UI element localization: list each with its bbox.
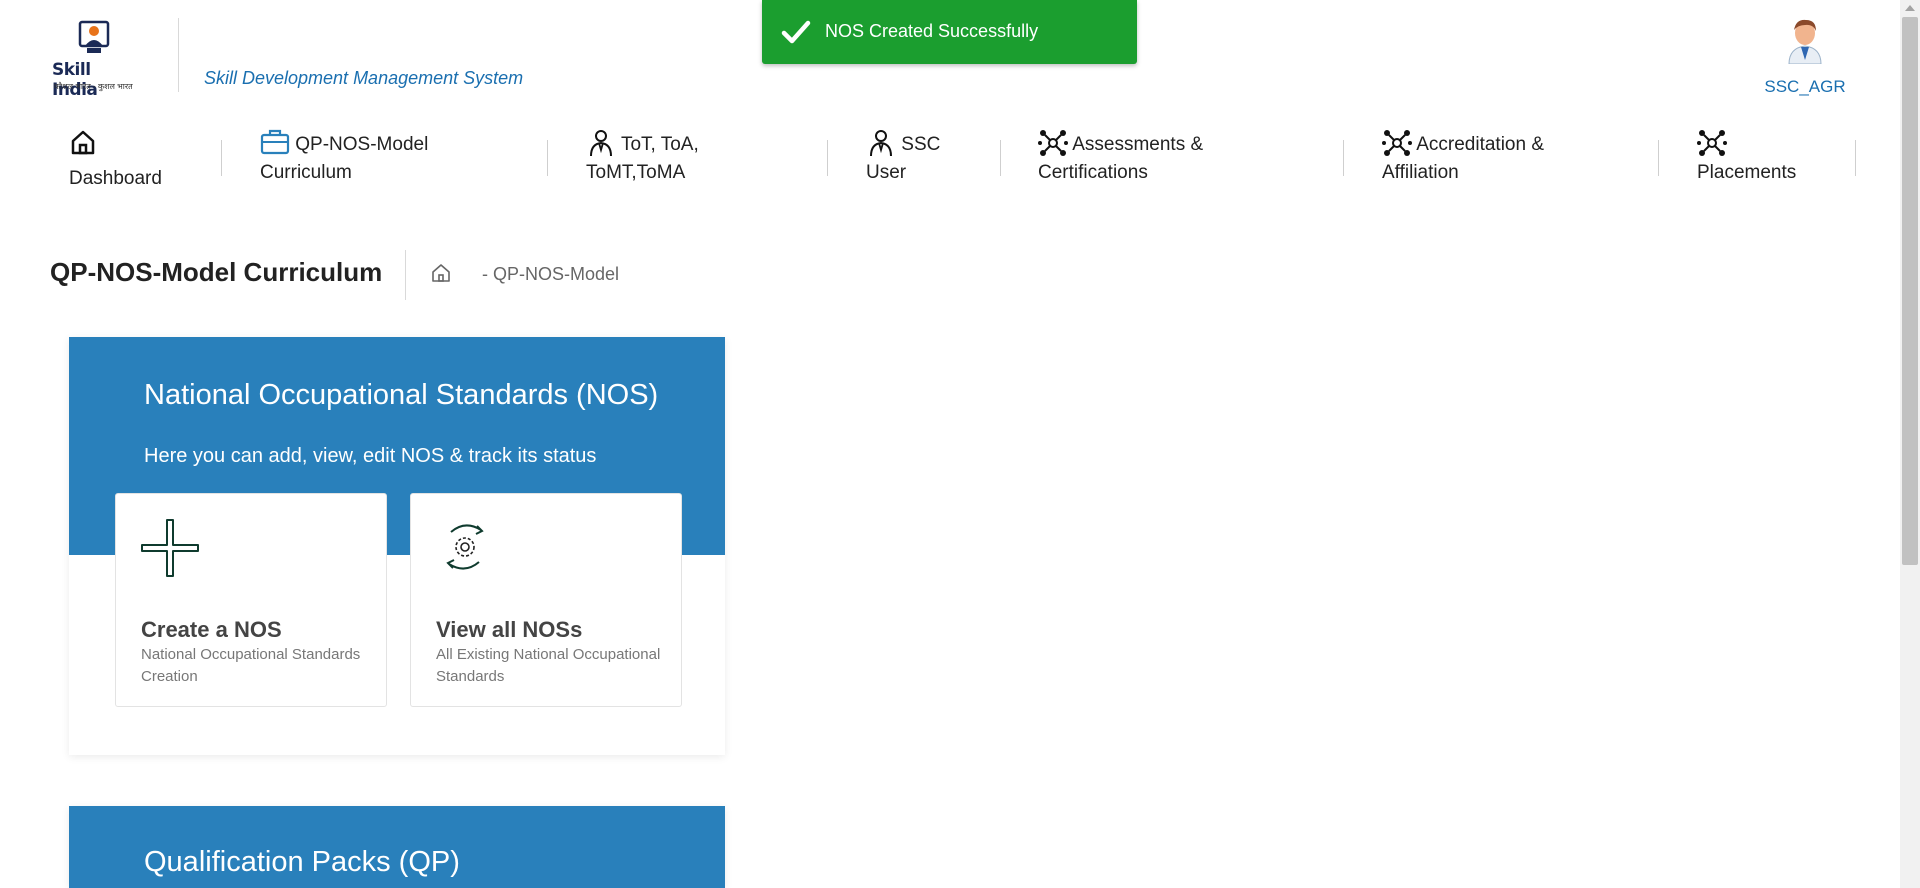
- system-title: Skill Development Management System: [204, 68, 524, 88]
- view-all-nos-card[interactable]: View all NOSs All Existing National Occu…: [410, 493, 682, 707]
- breadcrumb-home-icon[interactable]: [430, 262, 452, 284]
- nav-label: User: [866, 162, 907, 183]
- nos-section-heading: National Occupational Standards (NOS): [144, 379, 659, 411]
- nav-placements[interactable]: Placements: [1697, 128, 1796, 187]
- nav-assessments[interactable]: Assessments & Certifications: [1038, 128, 1203, 187]
- nav-accreditation[interactable]: Accreditation & Affiliation: [1382, 128, 1544, 187]
- create-nos-card[interactable]: Create a NOS National Occupational Stand…: [115, 493, 387, 707]
- network-icon: [1038, 130, 1068, 156]
- logo-tagline: कौशल भारत - कुशल भारत: [54, 82, 133, 91]
- network-icon: [1382, 130, 1412, 156]
- checkmark-icon: [781, 20, 811, 44]
- nav-label: Accreditation &: [1416, 134, 1545, 155]
- nav-label: Affiliation: [1382, 162, 1459, 183]
- nav-divider: [1658, 140, 1659, 176]
- nav-label: Placements: [1697, 162, 1797, 183]
- plus-icon: [141, 519, 199, 577]
- nav-label: ToMT,ToMA: [586, 162, 686, 183]
- nav-divider: [1343, 140, 1344, 176]
- logo-emblem-icon: [78, 20, 110, 53]
- home-icon: [71, 130, 95, 155]
- nav-label: QP-NOS-Model: [295, 134, 429, 155]
- user-avatar[interactable]: [1760, 16, 1850, 69]
- scroll-up-arrow-icon[interactable]: [1905, 5, 1915, 11]
- gear-sync-icon: [446, 524, 484, 570]
- card-description: All Existing National Occupational Stand…: [436, 646, 661, 685]
- nav-divider: [1855, 140, 1856, 176]
- nav-ssc-user[interactable]: SSC User: [866, 128, 940, 187]
- nav-label: ToT, ToA,: [620, 134, 699, 155]
- network-icon: [1697, 130, 1727, 156]
- logo-text: Skill India: [52, 60, 98, 100]
- nav-tot-toa[interactable]: ToT, ToA, ToMT,ToMA: [586, 128, 699, 187]
- nav-label: Assessments &: [1072, 134, 1204, 155]
- nav-divider: [827, 140, 828, 176]
- card-title: View all NOSs: [436, 617, 583, 642]
- nav-divider: [547, 140, 548, 176]
- briefcase-icon: [260, 129, 290, 155]
- success-toast[interactable]: NOS Created Successfully: [762, 0, 1137, 64]
- title-divider: [405, 250, 406, 300]
- user-icon: [870, 130, 892, 157]
- nav-label: Curriculum: [260, 162, 352, 183]
- user-name[interactable]: SSC_AGR: [1760, 77, 1850, 97]
- nav-divider: [1000, 140, 1001, 176]
- nav-label: Dashboard: [69, 168, 162, 189]
- nav-dashboard[interactable]: Dashboard: [69, 128, 162, 193]
- nav-divider: [221, 140, 222, 176]
- card-title: Create a NOS: [141, 617, 282, 642]
- page-scrollbar[interactable]: [1900, 0, 1920, 888]
- nos-section-subtitle: Here you can add, view, edit NOS & track…: [144, 445, 597, 467]
- nav-label: Certifications: [1038, 162, 1148, 183]
- nav-label: SSC: [901, 134, 941, 155]
- qp-section: Qualification Packs (QP): [69, 806, 725, 888]
- card-description: National Occupational Standards Creation: [141, 646, 361, 685]
- page-title: QP-NOS-Model Curriculum: [50, 257, 383, 287]
- toast-message: NOS Created Successfully: [825, 21, 1039, 41]
- trainer-icon: [590, 130, 612, 157]
- avatar-icon: [1788, 19, 1822, 65]
- qp-section-heading: Qualification Packs (QP): [144, 846, 460, 878]
- scrollbar-thumb[interactable]: [1902, 17, 1918, 565]
- skill-india-logo[interactable]: Skill India कौशल भारत - कुशल भारत: [48, 20, 140, 100]
- nav-qp-nos[interactable]: QP-NOS-Model Curriculum: [260, 128, 428, 187]
- breadcrumb: - QP-NOS-Model: [482, 264, 620, 284]
- header-divider: [178, 18, 179, 92]
